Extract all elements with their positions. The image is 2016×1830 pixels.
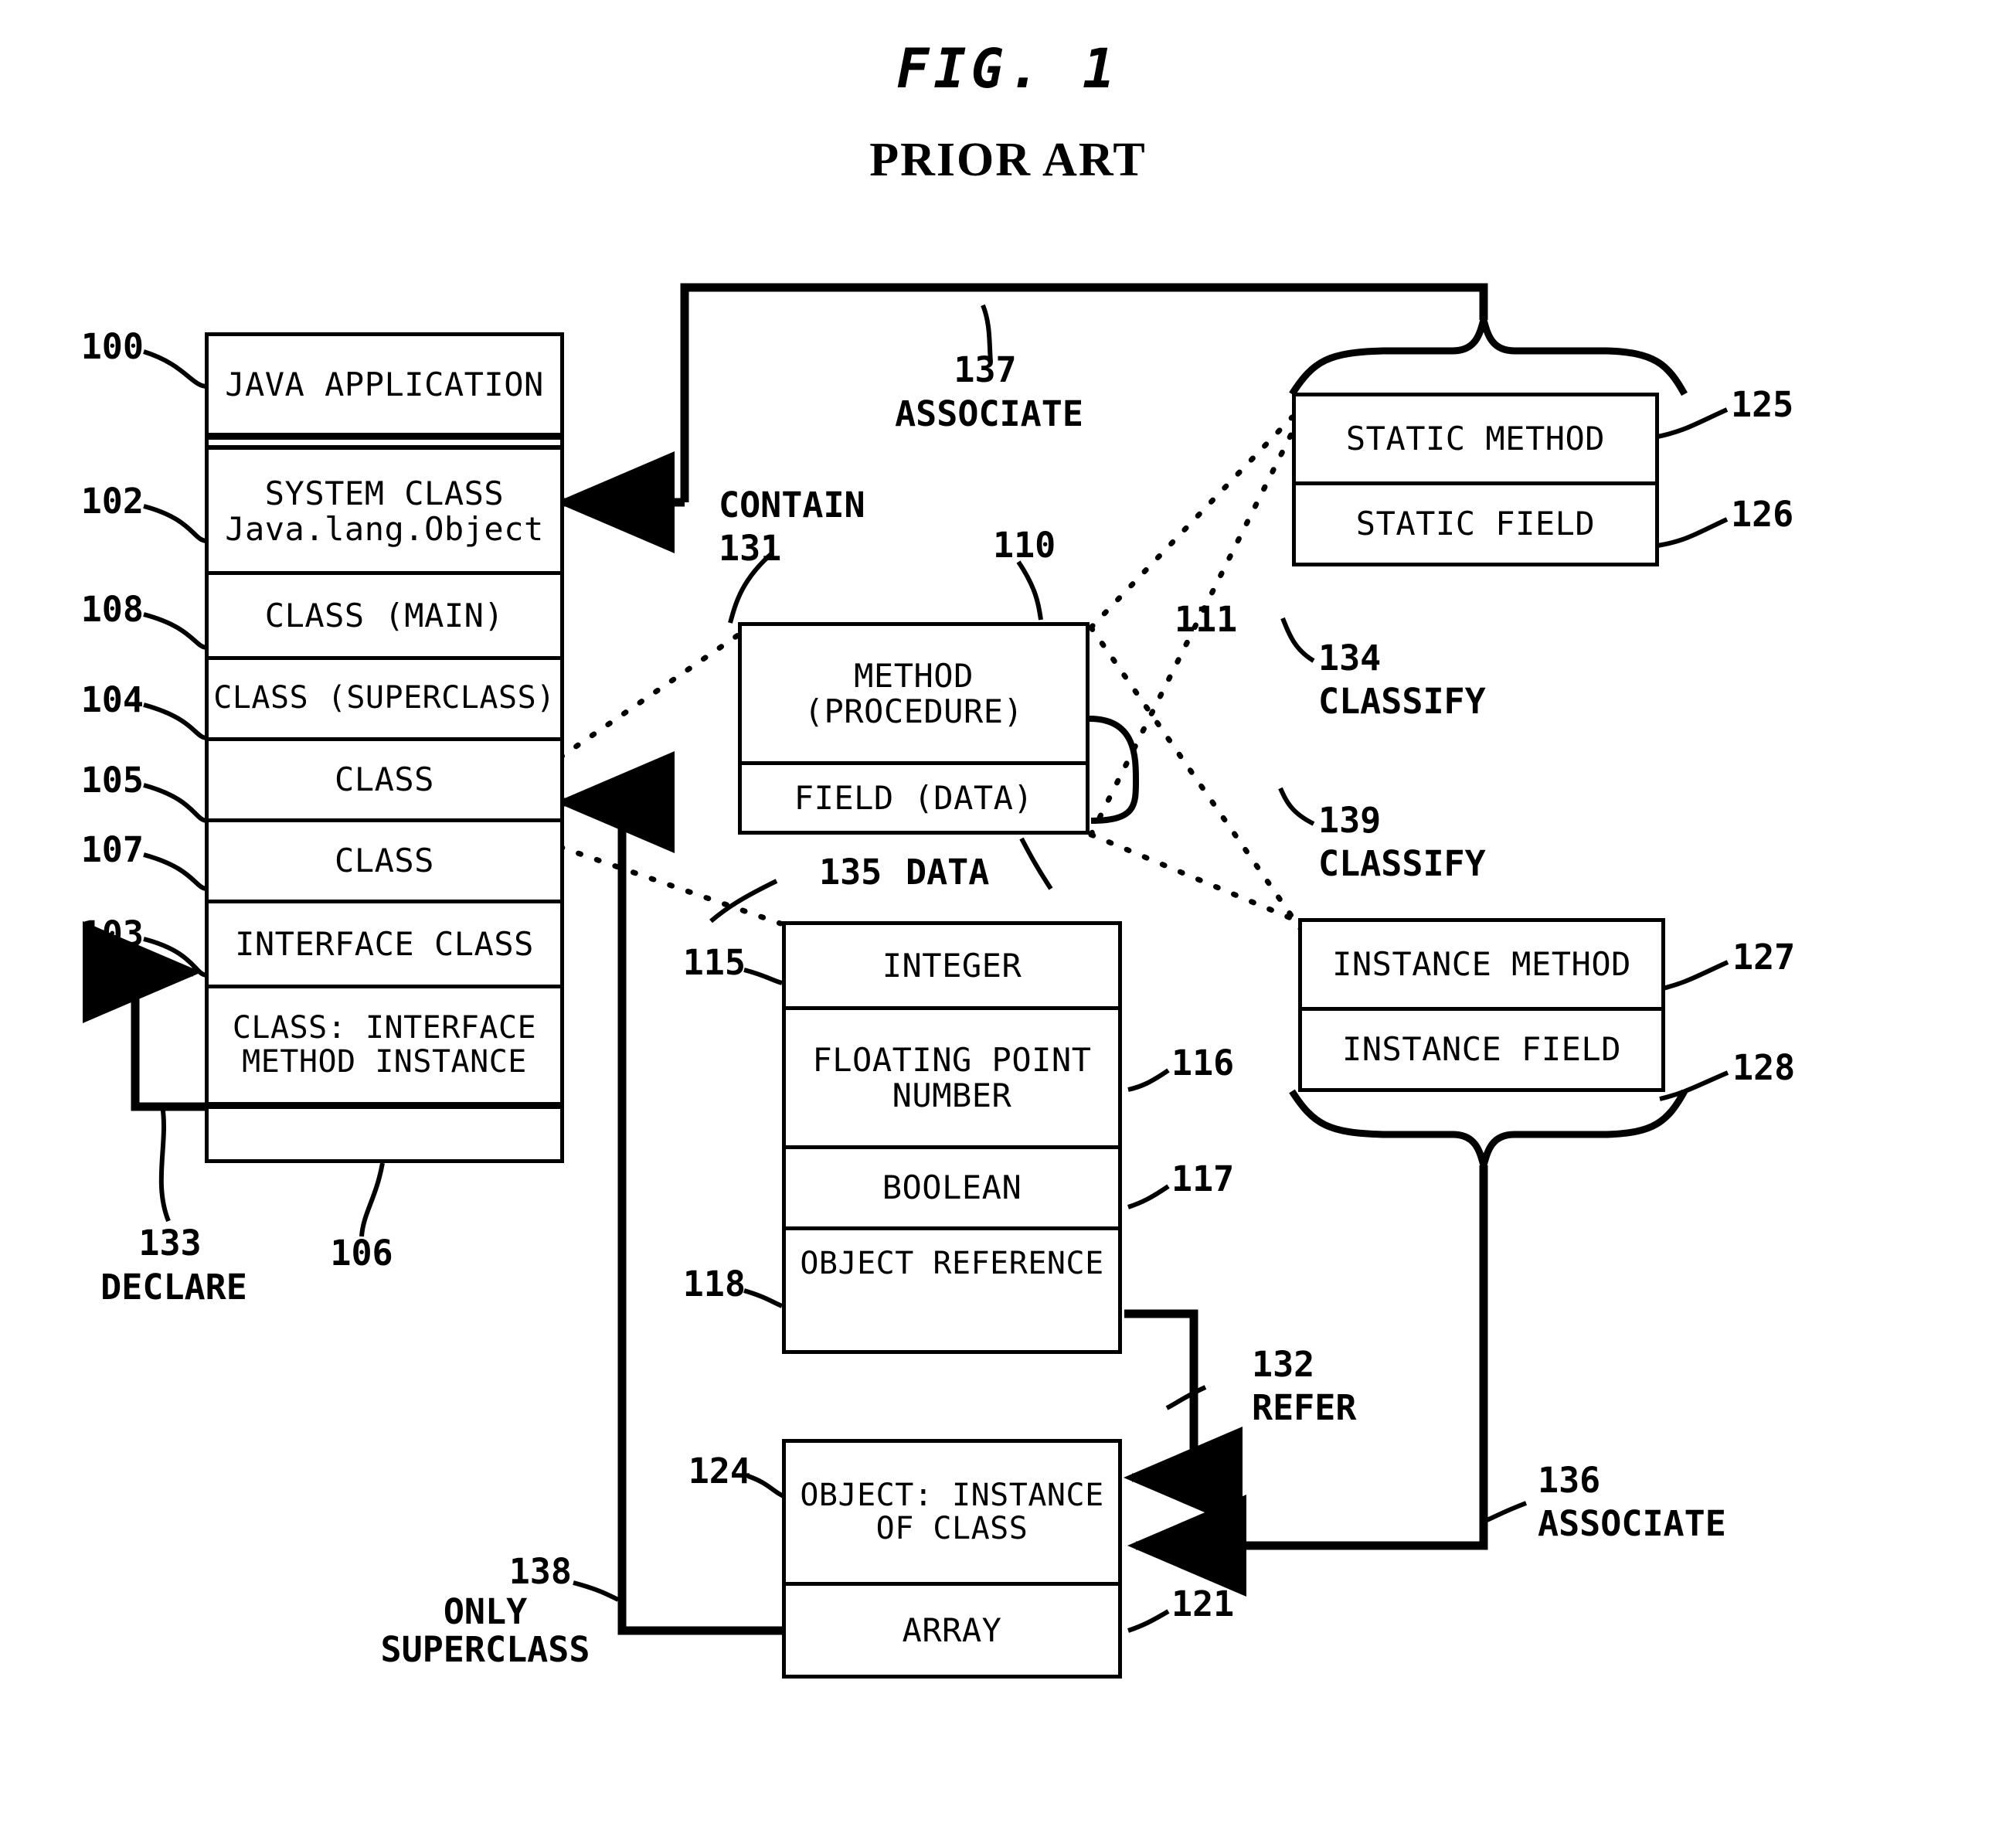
ref-125: 125	[1731, 384, 1794, 425]
label-only-superclass: ONLY SUPERCLASS	[380, 1591, 590, 1670]
stack-row-class-107: CLASS	[209, 818, 560, 900]
ref-118: 118	[682, 1264, 746, 1304]
ref-126: 126	[1731, 494, 1794, 535]
data-row-integer: INTEGER	[786, 925, 1118, 1006]
patent-figure-canvas: FIG. 1 PRIOR ART JAVA APPLICATION SYSTEM…	[0, 0, 2016, 1830]
member-row-method: METHOD (PROCEDURE)	[742, 626, 1086, 761]
ref-132: 132	[1252, 1344, 1315, 1385]
instance-row-field: INSTANCE FIELD	[1302, 1007, 1661, 1088]
data-row-floating-point: FLOATING POINT NUMBER	[786, 1006, 1118, 1145]
stack-row-class-superclass: CLASS (SUPERCLASS)	[209, 656, 560, 737]
ref-117: 117	[1171, 1158, 1235, 1199]
ref-139: 139	[1318, 800, 1382, 841]
stack-bottom-rule	[205, 1102, 564, 1109]
member-row-field: FIELD (DATA)	[742, 761, 1086, 831]
ref-104: 104	[80, 679, 144, 720]
figure-title: FIG. 1	[896, 37, 1120, 100]
brace-instance-bottom	[1289, 1089, 1688, 1179]
data-row-boolean: BOOLEAN	[786, 1145, 1118, 1226]
stack-row-interface-class: INTERFACE CLASS	[209, 900, 560, 985]
ref-133: 133	[138, 1223, 202, 1264]
ref-121: 121	[1171, 1583, 1235, 1624]
ref-134: 134	[1318, 638, 1382, 679]
figure-subtitle: PRIOR ART	[869, 134, 1147, 186]
static-row-method: STATIC METHOD	[1296, 396, 1655, 481]
ref-128: 128	[1732, 1047, 1796, 1088]
object-row-array: ARRAY	[786, 1582, 1118, 1675]
ref-131: 131	[719, 528, 782, 569]
ref-102: 102	[80, 481, 144, 522]
brace-static-top	[1289, 307, 1688, 396]
stack-row-class-interface-method-instance: CLASS: INTERFACE METHOD INSTANCE	[209, 985, 560, 1102]
ref-111: 111	[1175, 599, 1238, 640]
ref-127: 127	[1732, 937, 1796, 978]
stack-row-java-application: JAVA APPLICATION	[209, 336, 560, 433]
ref-116: 116	[1171, 1043, 1235, 1083]
ref-108: 108	[80, 589, 144, 630]
ref-106: 106	[330, 1233, 393, 1274]
label-classify-instance: CLASSIFY	[1318, 843, 1486, 884]
label-contain: CONTAIN	[719, 485, 865, 526]
ref-115: 115	[682, 942, 746, 983]
stack-row-system-class: SYSTEM CLASS Java.lang.Object	[209, 451, 560, 571]
object-row-instance-of-class: OBJECT: INSTANCE OF CLASS	[786, 1443, 1118, 1582]
stack-row-class-105: CLASS	[209, 737, 560, 818]
ref-124: 124	[688, 1451, 751, 1492]
label-declare: DECLARE	[100, 1267, 247, 1308]
instance-row-method: INSTANCE METHOD	[1302, 922, 1661, 1007]
divider-rule	[205, 433, 564, 440]
ref-105: 105	[80, 760, 144, 801]
ref-138: 138	[508, 1551, 572, 1592]
stack-row-class-main: CLASS (MAIN)	[209, 571, 560, 656]
label-associate-top: ASSOCIATE	[895, 393, 1083, 434]
label-refer: REFER	[1252, 1387, 1357, 1428]
ref-110: 110	[993, 525, 1056, 566]
ref-135: 135	[819, 852, 882, 893]
divider-rule-2	[205, 445, 564, 450]
ref-137: 137	[954, 349, 1017, 390]
data-row-object-reference: OBJECT REFERENCE	[786, 1226, 1118, 1350]
ref-136: 136	[1538, 1460, 1601, 1501]
ref-100: 100	[80, 326, 144, 367]
label-data: DATA	[906, 852, 990, 893]
label-classify-static: CLASSIFY	[1318, 681, 1486, 722]
label-associate-bottom: ASSOCIATE	[1538, 1503, 1726, 1544]
static-row-field: STATIC FIELD	[1296, 481, 1655, 563]
brace-111	[1089, 716, 1140, 824]
ref-107: 107	[80, 829, 144, 870]
ref-103: 103	[80, 913, 144, 954]
